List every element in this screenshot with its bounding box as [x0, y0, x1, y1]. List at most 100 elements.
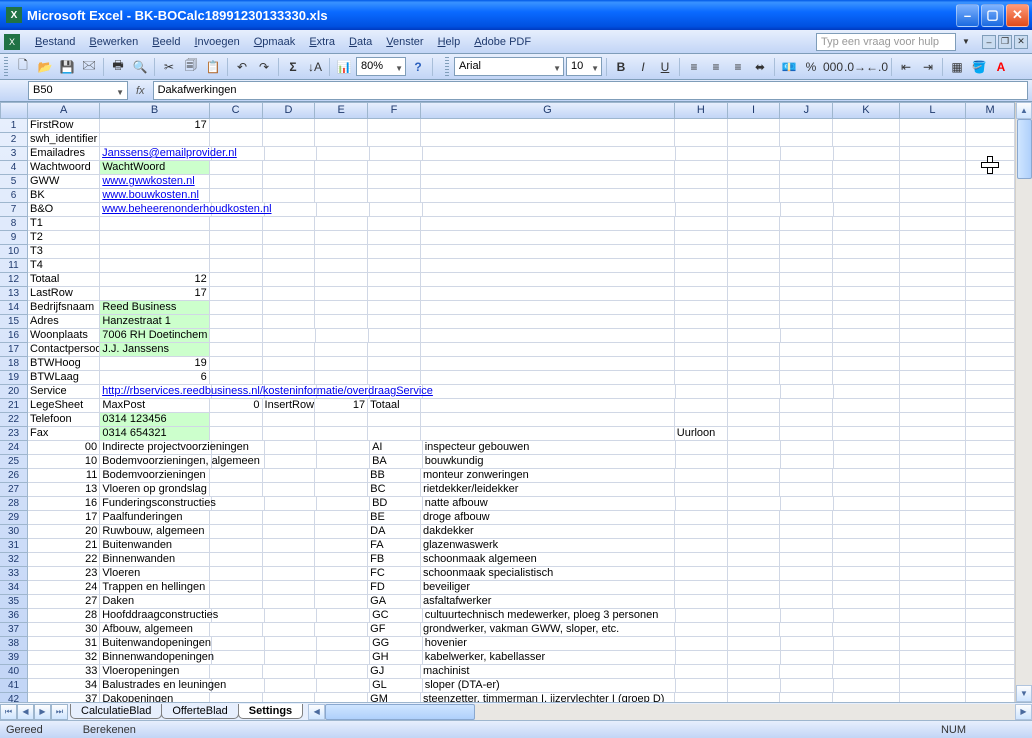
cell-I14[interactable] — [728, 301, 781, 315]
row-header[interactable]: 32 — [0, 553, 28, 567]
cell-I39[interactable] — [728, 651, 781, 665]
cell-B30[interactable]: Ruwbouw, algemeen — [100, 525, 209, 539]
row-header[interactable]: 41 — [0, 679, 28, 693]
cell-J23[interactable] — [780, 427, 833, 441]
cell-M34[interactable] — [966, 581, 1015, 595]
zoom-select[interactable]: 80% — [356, 57, 406, 76]
cell-F3[interactable] — [370, 147, 423, 161]
cell-K8[interactable] — [833, 217, 899, 231]
cell-E36[interactable] — [317, 609, 370, 623]
cell-L25[interactable] — [900, 455, 966, 469]
cell-C4[interactable] — [210, 161, 263, 175]
cell-I19[interactable] — [728, 371, 781, 385]
cell-K29[interactable] — [833, 511, 899, 525]
row-header[interactable]: 40 — [0, 665, 28, 679]
cell-E19[interactable] — [315, 371, 368, 385]
cell-G37[interactable]: grondwerker, vakman GWW, sloper, etc. — [421, 623, 675, 637]
cell-L40[interactable] — [900, 665, 966, 679]
select-all-corner[interactable] — [0, 102, 28, 119]
col-header-K[interactable]: K — [833, 103, 899, 118]
cell-H28[interactable] — [676, 497, 729, 511]
cell-E13[interactable] — [315, 287, 368, 301]
cell-K16[interactable] — [833, 329, 899, 343]
cell-K38[interactable] — [834, 637, 900, 651]
row-header[interactable]: 5 — [0, 175, 28, 189]
cell-A41[interactable]: 34 — [28, 679, 100, 693]
cell-J25[interactable] — [781, 455, 834, 469]
cell-H3[interactable] — [676, 147, 729, 161]
col-header-E[interactable]: E — [315, 103, 368, 118]
col-header-A[interactable]: A — [28, 103, 100, 118]
cell-K24[interactable] — [834, 441, 900, 455]
cell-A24[interactable]: 00 — [28, 441, 100, 455]
cell-G21[interactable] — [421, 399, 675, 413]
cell-G14[interactable] — [421, 301, 675, 315]
cell-F16[interactable] — [369, 329, 422, 343]
cell-F21[interactable]: Totaal — [368, 399, 421, 413]
cell-B36[interactable]: Hoofddraagconstructies — [100, 609, 212, 623]
cell-G11[interactable] — [421, 259, 675, 273]
cell-J5[interactable] — [780, 175, 833, 189]
cell-B33[interactable]: Vloeren — [100, 567, 209, 581]
row-header[interactable]: 7 — [0, 203, 28, 217]
row-header[interactable]: 24 — [0, 441, 28, 455]
cell-L37[interactable] — [900, 623, 966, 637]
cell-B3[interactable]: Janssens@emailprovider.nl — [100, 147, 212, 161]
cell-B5[interactable]: www.gwwkosten.nl — [100, 175, 209, 189]
cell-J36[interactable] — [781, 609, 834, 623]
cell-C34[interactable] — [210, 581, 263, 595]
cell-C26[interactable] — [210, 469, 263, 483]
cell-J11[interactable] — [780, 259, 833, 273]
cell-E35[interactable] — [315, 595, 368, 609]
cell-C33[interactable] — [210, 567, 263, 581]
cell-I34[interactable] — [728, 581, 781, 595]
cell-A30[interactable]: 20 — [28, 525, 100, 539]
cell-J9[interactable] — [780, 231, 833, 245]
cell-G38[interactable]: hovenier — [423, 637, 676, 651]
cell-F36[interactable]: GC — [370, 609, 423, 623]
menu-opmaak[interactable]: Opmaak — [247, 33, 303, 51]
row-header[interactable]: 28 — [0, 497, 28, 511]
cell-D24[interactable] — [265, 441, 318, 455]
row-header[interactable]: 19 — [0, 371, 28, 385]
cell-D1[interactable] — [263, 119, 316, 133]
cell-I30[interactable] — [728, 525, 781, 539]
cell-I5[interactable] — [728, 175, 781, 189]
cell-M20[interactable] — [966, 385, 1015, 399]
cell-C27[interactable] — [210, 483, 263, 497]
cell-K33[interactable] — [833, 567, 899, 581]
cell-I9[interactable] — [728, 231, 781, 245]
cell-M23[interactable] — [966, 427, 1015, 441]
cell-B19[interactable]: 6 — [100, 371, 209, 385]
cell-K7[interactable] — [834, 203, 900, 217]
cell-H30[interactable] — [675, 525, 728, 539]
cell-J37[interactable] — [780, 623, 833, 637]
cell-F41[interactable]: GL — [370, 679, 423, 693]
cell-C15[interactable] — [210, 315, 263, 329]
cell-L30[interactable] — [900, 525, 966, 539]
formula-input[interactable]: Dakafwerkingen — [153, 81, 1028, 100]
cell-A37[interactable]: 30 — [28, 623, 100, 637]
cell-A22[interactable]: Telefoon — [28, 413, 100, 427]
cell-I4[interactable] — [728, 161, 781, 175]
cell-I37[interactable] — [728, 623, 781, 637]
cell-B17[interactable]: J.J. Janssens — [100, 343, 209, 357]
cell-J18[interactable] — [780, 357, 833, 371]
col-header-F[interactable]: F — [368, 103, 421, 118]
cell-H31[interactable] — [675, 539, 728, 553]
cell-G31[interactable]: glazenwaswerk — [421, 539, 675, 553]
cell-H20[interactable] — [676, 385, 729, 399]
row-header[interactable]: 35 — [0, 595, 28, 609]
cell-K41[interactable] — [834, 679, 900, 693]
cell-M40[interactable] — [966, 665, 1015, 679]
cell-D28[interactable] — [265, 497, 318, 511]
cell-D21[interactable]: InsertRow — [263, 399, 316, 413]
cell-E1[interactable] — [315, 119, 368, 133]
col-header-B[interactable]: B — [100, 103, 209, 118]
cell-F17[interactable] — [368, 343, 421, 357]
cell-F32[interactable]: FB — [368, 553, 421, 567]
cell-A33[interactable]: 23 — [28, 567, 100, 581]
cell-D27[interactable] — [263, 483, 316, 497]
cell-J12[interactable] — [780, 273, 833, 287]
cell-M39[interactable] — [966, 651, 1015, 665]
